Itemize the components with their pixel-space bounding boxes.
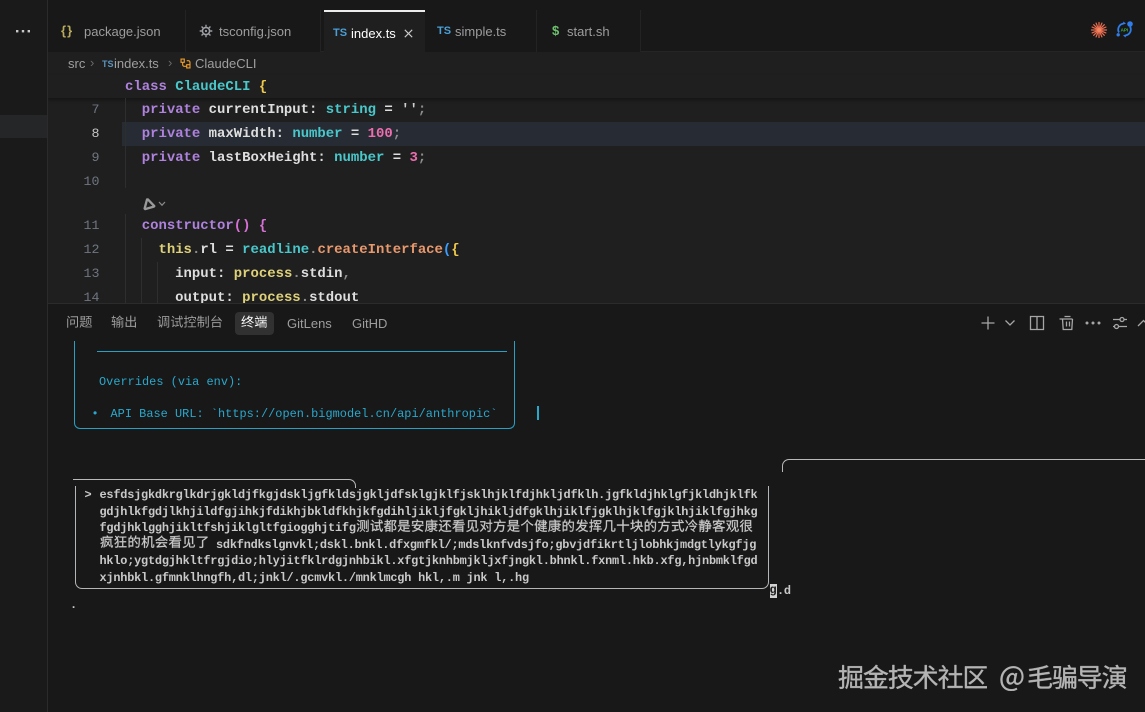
svg-text:API: API bbox=[1121, 28, 1129, 33]
